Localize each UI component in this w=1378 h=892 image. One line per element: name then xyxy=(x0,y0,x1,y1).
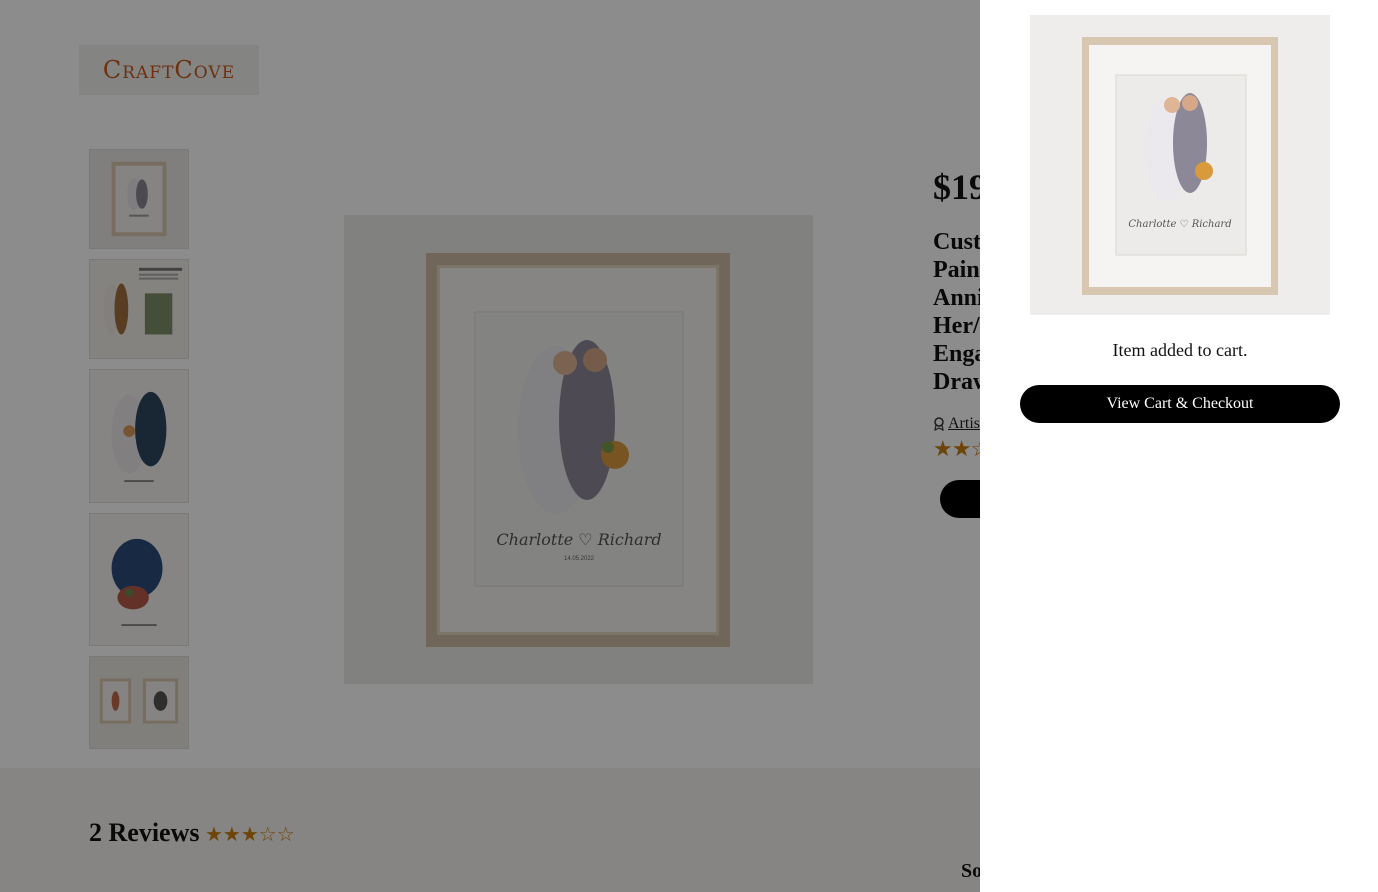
cart-item-image: Charlotte ♡ Richard xyxy=(1030,15,1330,315)
view-cart-checkout-button[interactable]: View Cart & Checkout xyxy=(1020,385,1340,423)
framed-couple-painting-thumbnail: Charlotte ♡ Richard xyxy=(1030,15,1330,315)
thumbnail-names-text: Charlotte ♡ Richard xyxy=(1128,219,1231,230)
cart-drawer: Charlotte ♡ Richard Item added to cart. … xyxy=(980,0,1378,892)
added-to-cart-message: Item added to cart. xyxy=(1112,340,1248,360)
